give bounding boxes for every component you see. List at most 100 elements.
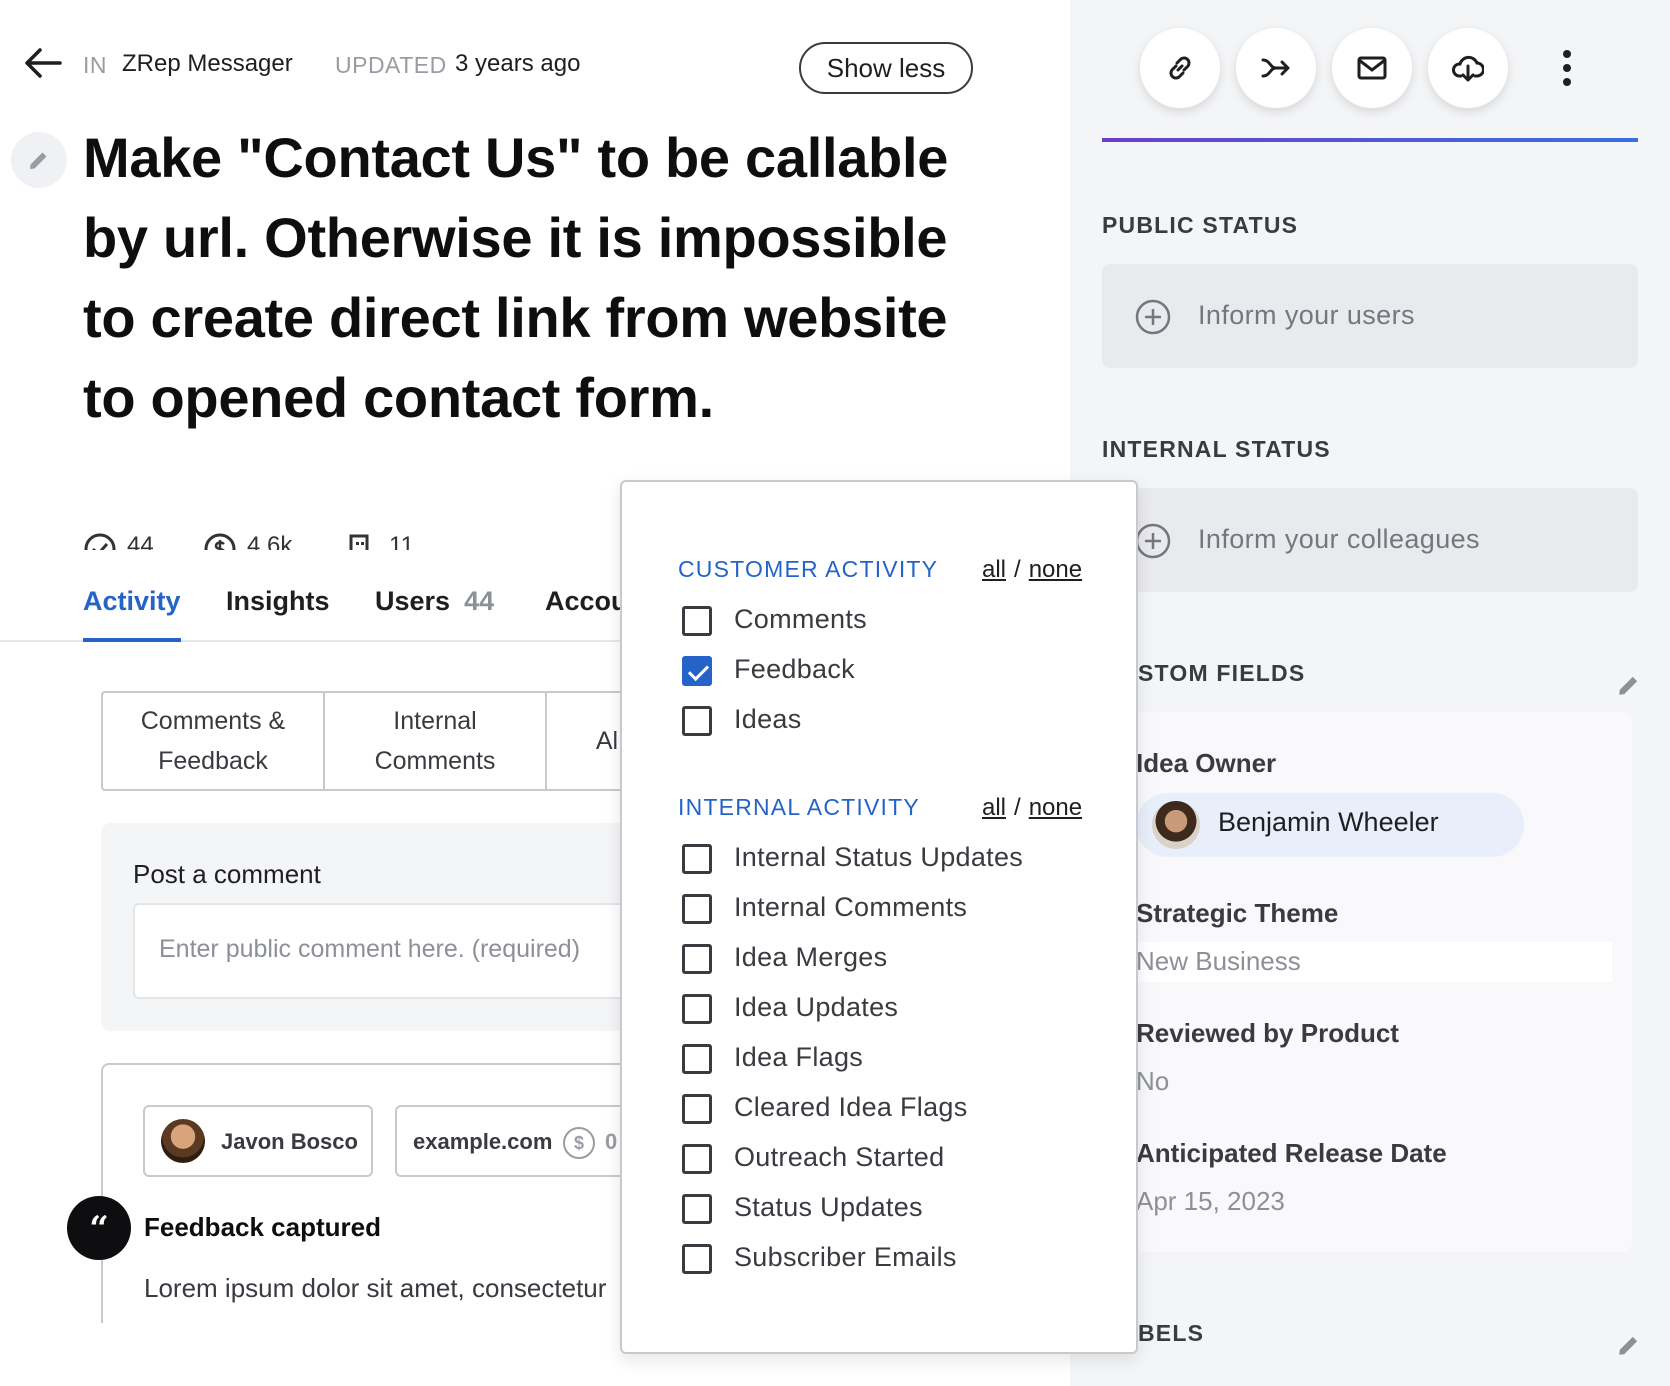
export-button[interactable] (1428, 28, 1508, 108)
filter-option-idea-flags[interactable]: Idea Flags (682, 1040, 1102, 1080)
option-label: Outreach Started (734, 1142, 945, 1172)
segment-comments-feedback[interactable]: Comments & Feedback (103, 693, 325, 789)
idea-owner-name: Benjamin Wheeler (1218, 807, 1439, 837)
option-label: Status Updates (734, 1192, 923, 1222)
tab-users-label: Users (375, 586, 451, 616)
option-label: Idea Updates (734, 992, 899, 1022)
tab-users[interactable]: Users 44 (375, 586, 494, 642)
public-status-heading: PUBLIC STATUS (1102, 212, 1299, 238)
filter-option-subscriber-emails[interactable]: Subscriber Emails (682, 1240, 1102, 1280)
public-status-placeholder: Inform your users (1198, 300, 1415, 330)
option-label: Internal Status Updates (734, 842, 1024, 872)
option-label: Cleared Idea Flags (734, 1092, 968, 1122)
user-chip[interactable]: Javon Bosco (143, 1105, 373, 1177)
segment-internal-comments[interactable]: Internal Comments (325, 693, 547, 789)
strategic-theme-label: Strategic Theme (1136, 898, 1339, 928)
in-label: IN (83, 52, 107, 78)
filter-option-internal-comments[interactable]: Internal Comments (682, 890, 1102, 930)
idea-owner-chip[interactable]: Benjamin Wheeler (1136, 793, 1524, 857)
filter-option-ideas[interactable]: Ideas (682, 702, 1102, 742)
segment-line: Feedback (158, 747, 268, 775)
option-label: Idea Flags (734, 1042, 864, 1072)
link-icon (1169, 56, 1191, 80)
checkbox[interactable] (682, 606, 712, 636)
checkbox[interactable] (682, 1194, 712, 1224)
filter-option-status-updates[interactable]: Status Updates (682, 1190, 1102, 1230)
internal-status-heading: INTERNAL STATUS (1102, 436, 1331, 462)
votes-count: 44 (127, 532, 154, 550)
strategic-theme-value: New Business (1136, 946, 1301, 976)
release-date-label: Anticipated Release Date (1136, 1138, 1447, 1168)
checkbox[interactable] (682, 1244, 712, 1274)
checkbox[interactable] (682, 944, 712, 974)
post-comment-card: Post a comment Enter public comment here… (101, 823, 693, 1031)
post-comment-label: Post a comment (133, 859, 321, 889)
idea-stats: 44 4.6k 11 (83, 530, 643, 550)
tab-activity-label: Activity (83, 586, 181, 616)
quote-icon: “ (67, 1196, 131, 1260)
internal-select-all-link[interactable]: all (982, 794, 1006, 821)
checkbox[interactable] (682, 1094, 712, 1124)
internal-status-placeholder: Inform your colleagues (1198, 524, 1480, 554)
filter-option-comments[interactable]: Comments (682, 602, 1102, 642)
avatar (161, 1119, 205, 1163)
copy-link-button[interactable] (1140, 28, 1220, 108)
value-amount: 4.6k (247, 532, 293, 550)
checkbox[interactable] (682, 894, 712, 924)
tab-insights[interactable]: Insights (226, 586, 330, 642)
edit-title-button[interactable] (11, 132, 67, 188)
checkbox-checked[interactable] (682, 656, 712, 686)
more-icon[interactable] (1555, 48, 1579, 88)
public-status-button[interactable]: Inform your users (1102, 264, 1638, 368)
idea-header-bar: IN ZRep Messager UPDATED 3 years ago Sho… (0, 30, 1000, 100)
comment-input[interactable]: Enter public comment here. (required) (133, 903, 693, 999)
back-arrow-icon[interactable] (22, 44, 64, 82)
tab-insights-label: Insights (226, 586, 330, 616)
option-label: Internal Comments (734, 892, 968, 922)
plus-circle-icon (1135, 299, 1171, 335)
filter-option-idea-merges[interactable]: Idea Merges (682, 940, 1102, 980)
checkbox[interactable] (682, 1044, 712, 1074)
tab-accounts[interactable]: Accou (545, 586, 628, 642)
internal-select-none-link[interactable]: none (1029, 794, 1082, 821)
filter-option-internal-status-updates[interactable]: Internal Status Updates (682, 840, 1102, 880)
cloud-download-icon (1452, 55, 1484, 82)
account-name: example.com (413, 1129, 553, 1154)
idea-title: Make "Contact Us" to be callable by url.… (83, 126, 949, 429)
dollar-icon: $ (563, 1127, 595, 1159)
filter-option-outreach-started[interactable]: Outreach Started (682, 1140, 1102, 1180)
release-date-value[interactable]: Apr 15, 2023 (1136, 1186, 1285, 1217)
checkbox[interactable] (682, 1144, 712, 1174)
updated-time: 3 years ago (455, 50, 581, 77)
avatar (1152, 801, 1200, 849)
customer-select-none-link[interactable]: none (1029, 556, 1082, 583)
checkbox[interactable] (682, 706, 712, 736)
account-chip[interactable]: example.com $ 0 (395, 1105, 635, 1177)
checkbox[interactable] (682, 844, 712, 874)
tab-activity[interactable]: Activity (83, 586, 181, 642)
feedback-title: Feedback captured (144, 1212, 381, 1242)
product-link[interactable]: ZRep Messager (122, 50, 293, 78)
reviewed-value[interactable]: No (1136, 1066, 1169, 1097)
account-value: 0 (605, 1129, 618, 1154)
header-divider (1102, 138, 1638, 142)
tab-users-count: 44 (464, 586, 495, 616)
edit-labels-pencil-icon[interactable] (1616, 1332, 1642, 1358)
merge-icon (1261, 58, 1290, 78)
option-label: Subscriber Emails (734, 1242, 957, 1272)
show-less-button[interactable]: Show less (799, 42, 973, 94)
filter-option-cleared-idea-flags[interactable]: Cleared Idea Flags (682, 1090, 1102, 1130)
segment-line: Comments (374, 747, 496, 775)
filter-option-idea-updates[interactable]: Idea Updates (682, 990, 1102, 1030)
filter-option-feedback[interactable]: Feedback (682, 652, 1102, 692)
customer-all-none: all / none (982, 556, 1082, 584)
checkbox[interactable] (682, 994, 712, 1024)
tab-accounts-label: Accou (545, 586, 628, 616)
customer-select-all-link[interactable]: all (982, 556, 1006, 583)
merge-button[interactable] (1236, 28, 1316, 108)
option-label: Ideas (734, 704, 802, 734)
email-button[interactable] (1332, 28, 1412, 108)
edit-fields-pencil-icon[interactable] (1616, 672, 1642, 698)
custom-fields-heading: STOM FIELDS (1138, 660, 1306, 686)
internal-status-button[interactable]: Inform your colleagues (1102, 488, 1638, 592)
